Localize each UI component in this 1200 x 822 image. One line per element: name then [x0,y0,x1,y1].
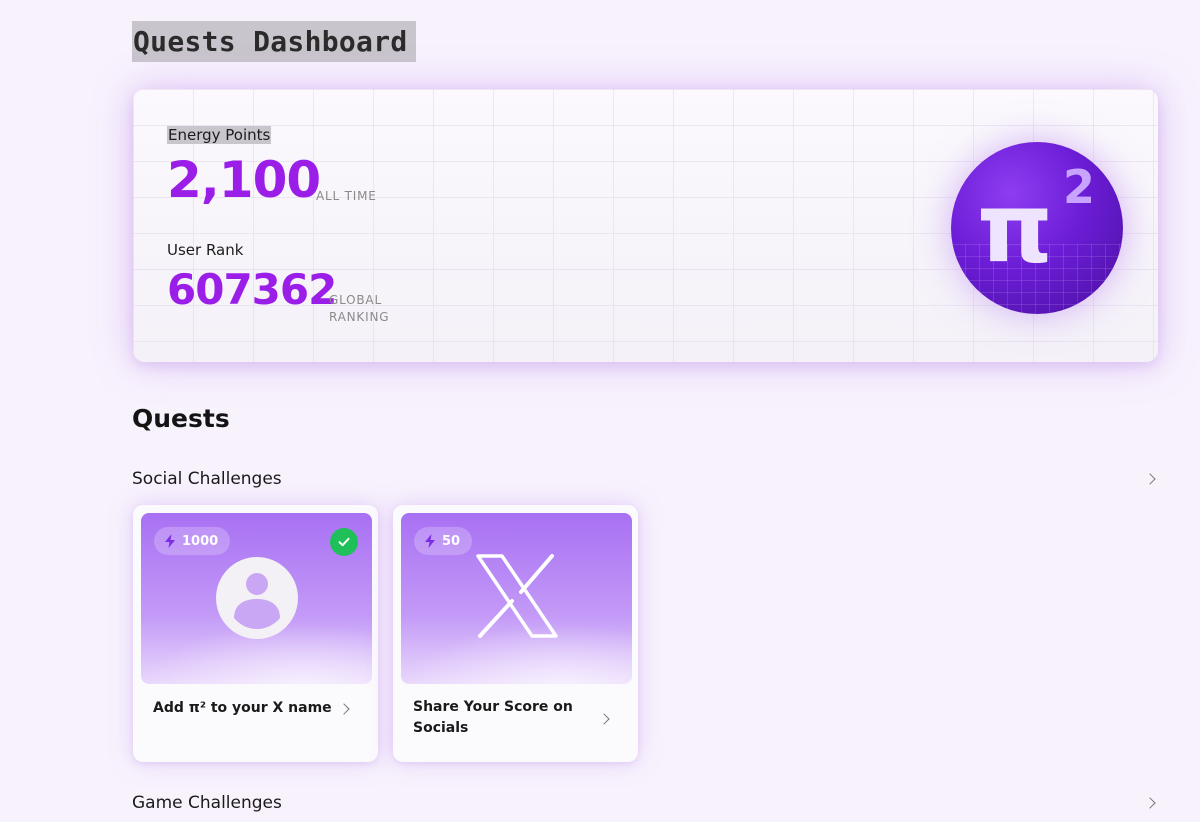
stats-card: Energy Points 2,100 ALL TIME User Rank 6… [133,89,1158,362]
chevron-right-icon[interactable] [338,703,350,715]
quest-card-image: 50 [401,513,632,684]
quest-card-image: 1000 [141,513,372,684]
chevron-right-icon[interactable] [598,713,610,725]
user-rank-label: User Rank [167,241,244,259]
quests-dashboard-page: Quests Dashboard Energy Points 2,100 ALL… [0,0,1200,822]
category-label: Social Challenges [132,469,282,489]
user-rank-value: 607362 [167,265,337,314]
category-social-challenges[interactable]: Social Challenges [132,467,1158,491]
user-rank-caption-line1: GLOBAL [329,293,382,307]
pi-squared-logo: π 2 [951,142,1123,314]
user-rank-caption: GLOBAL RANKING [329,292,389,326]
quests-section-title: Quests [132,404,230,433]
logo-superscript: 2 [1063,160,1096,214]
points-badge: 1000 [154,527,231,555]
quest-card-add-pi-to-x-name[interactable]: 1000 Add π² to your X name [133,505,378,762]
energy-points-caption: ALL TIME [316,189,377,203]
points-value: 1000 [182,533,219,549]
quest-card-share-score[interactable]: 50 Share Your Score on Socials [393,505,638,762]
quest-title: Add π² to your X name [153,700,332,716]
energy-points-value: 2,100 [167,151,321,209]
quest-title: Share Your Score on Socials [413,699,573,736]
logo-pi-symbol: π [977,172,1053,284]
points-value: 50 [442,533,461,549]
energy-points-label: Energy Points [167,126,272,144]
x-logo-icon [476,554,558,638]
chevron-right-icon[interactable] [1144,473,1156,485]
page-title: Quests Dashboard [132,21,416,62]
completed-check-icon [330,528,358,556]
lightning-bolt-icon [425,534,435,548]
user-avatar-icon [216,557,298,639]
category-label: Game Challenges [132,793,282,813]
chevron-right-icon[interactable] [1144,797,1156,809]
user-rank-caption-line2: RANKING [329,310,390,324]
points-badge: 50 [414,527,473,555]
category-game-challenges[interactable]: Game Challenges [132,791,1158,815]
lightning-bolt-icon [165,534,175,548]
